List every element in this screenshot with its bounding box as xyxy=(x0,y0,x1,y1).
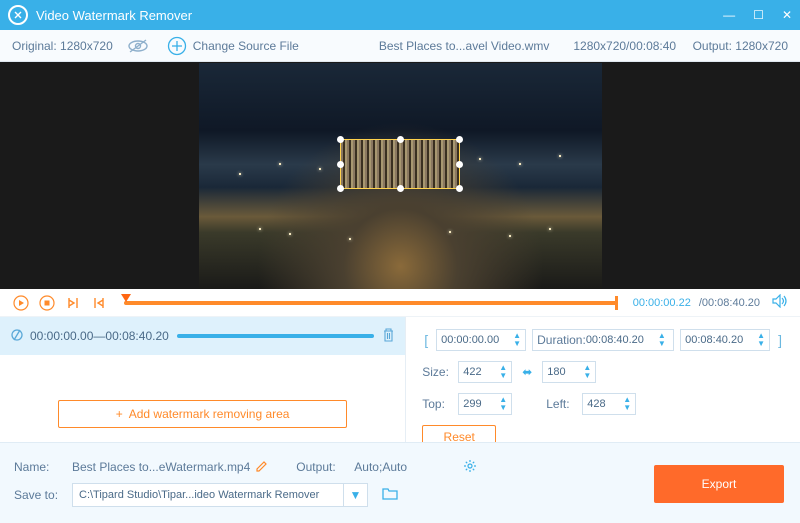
export-button[interactable]: Export xyxy=(654,465,784,503)
size-width-input[interactable]: ▲▼ xyxy=(458,361,512,383)
segment-start: 00:00:00.00 xyxy=(30,329,93,343)
video-preview-area xyxy=(0,62,800,289)
mark-in-button[interactable] xyxy=(64,294,82,312)
resize-handle[interactable] xyxy=(456,161,463,168)
close-button[interactable]: ✕ xyxy=(782,8,792,22)
bracket-right-icon[interactable]: ] xyxy=(776,332,784,348)
segment-bar[interactable] xyxy=(177,334,374,338)
range-duration-input[interactable]: Duration:▲▼ xyxy=(532,329,674,351)
save-path-input[interactable] xyxy=(73,489,343,501)
output-label: Output: xyxy=(693,39,732,53)
app-title: Video Watermark Remover xyxy=(36,8,723,23)
step-down[interactable]: ▼ xyxy=(757,340,765,348)
size-label: Size: xyxy=(422,365,452,379)
video-preview[interactable] xyxy=(199,63,602,289)
mark-out-button[interactable] xyxy=(90,294,108,312)
segment-row[interactable]: 00:00:00.00 — 00:08:40.20 xyxy=(0,317,405,355)
app-logo-icon xyxy=(8,5,28,25)
info-bar: Original: 1280x720 Change Source File Be… xyxy=(0,30,800,62)
source-dims-time: 1280x720/00:08:40 xyxy=(573,39,676,53)
watermark-selection[interactable] xyxy=(340,139,460,189)
resize-handle[interactable] xyxy=(337,185,344,192)
range-start-input[interactable]: ▲▼ xyxy=(436,329,526,351)
plus-icon: + xyxy=(116,407,123,421)
link-aspect-icon[interactable]: ⬌ xyxy=(518,365,536,379)
output-dims: 1280x720 xyxy=(735,39,788,53)
resize-handle[interactable] xyxy=(337,161,344,168)
maximize-button[interactable]: ☐ xyxy=(753,8,764,22)
range-end-input[interactable]: ▲▼ xyxy=(680,329,770,351)
step-down[interactable]: ▼ xyxy=(513,340,521,348)
output-name: Best Places to...eWatermark.mp4 xyxy=(72,460,250,474)
change-source-button[interactable]: Change Source File xyxy=(193,39,299,53)
add-source-icon[interactable] xyxy=(167,36,187,56)
size-height-input[interactable]: ▲▼ xyxy=(542,361,596,383)
step-down[interactable]: ▼ xyxy=(583,372,591,380)
segment-end: 00:08:40.20 xyxy=(105,329,168,343)
pos-top-input[interactable]: ▲▼ xyxy=(458,393,512,415)
timeline-slider[interactable] xyxy=(124,298,617,308)
step-down[interactable]: ▼ xyxy=(499,404,507,412)
output-settings-icon[interactable] xyxy=(463,459,477,476)
step-down[interactable]: ▼ xyxy=(499,372,507,380)
top-label: Top: xyxy=(422,397,452,411)
resize-handle[interactable] xyxy=(397,136,404,143)
segment-icon xyxy=(10,328,24,345)
minimize-button[interactable]: — xyxy=(723,8,735,22)
play-button[interactable] xyxy=(12,294,30,312)
edit-name-icon[interactable] xyxy=(256,460,268,475)
volume-icon[interactable] xyxy=(772,294,788,311)
resize-handle[interactable] xyxy=(337,136,344,143)
current-time: 00:00:00.22 xyxy=(633,297,691,309)
preview-toggle-icon[interactable] xyxy=(127,39,149,53)
output-format: Auto;Auto xyxy=(354,460,407,474)
title-bar: Video Watermark Remover — ☐ ✕ xyxy=(0,0,800,30)
add-watermark-area-button[interactable]: +Add watermark removing area xyxy=(58,400,347,428)
source-filename: Best Places to...avel Video.wmv xyxy=(379,39,550,53)
resize-handle[interactable] xyxy=(456,185,463,192)
total-time: /00:08:40.20 xyxy=(699,297,760,309)
pos-left-input[interactable]: ▲▼ xyxy=(582,393,636,415)
save-path-dropdown-icon[interactable]: ▼ xyxy=(343,484,367,506)
segments-panel: 00:00:00.00 — 00:08:40.20 +Add watermark… xyxy=(0,317,406,442)
stop-button[interactable] xyxy=(38,294,56,312)
save-to-label: Save to: xyxy=(14,488,64,502)
footer: Name: Best Places to...eWatermark.mp4 Ou… xyxy=(0,442,800,523)
step-down[interactable]: ▼ xyxy=(623,404,631,412)
save-path-combo[interactable]: ▼ xyxy=(72,483,368,507)
original-dims: 1280x720 xyxy=(60,39,113,53)
end-marker[interactable] xyxy=(615,296,618,310)
delete-segment-icon[interactable] xyxy=(382,328,395,345)
properties-panel: [ ▲▼ Duration:▲▼ ▲▼ ] Size: ▲▼ ⬌ ▲▼ Top:… xyxy=(406,317,800,442)
original-label: Original: xyxy=(12,39,57,53)
left-label: Left: xyxy=(546,397,576,411)
step-down[interactable]: ▼ xyxy=(658,340,666,348)
name-label: Name: xyxy=(14,460,64,474)
resize-handle[interactable] xyxy=(456,136,463,143)
playback-controls: 00:00:00.22/00:08:40.20 xyxy=(0,289,800,317)
output-format-label: Output: xyxy=(296,460,346,474)
open-folder-icon[interactable] xyxy=(382,487,398,503)
resize-handle[interactable] xyxy=(397,185,404,192)
bracket-left-icon[interactable]: [ xyxy=(422,332,430,348)
playhead-icon[interactable] xyxy=(121,294,131,302)
